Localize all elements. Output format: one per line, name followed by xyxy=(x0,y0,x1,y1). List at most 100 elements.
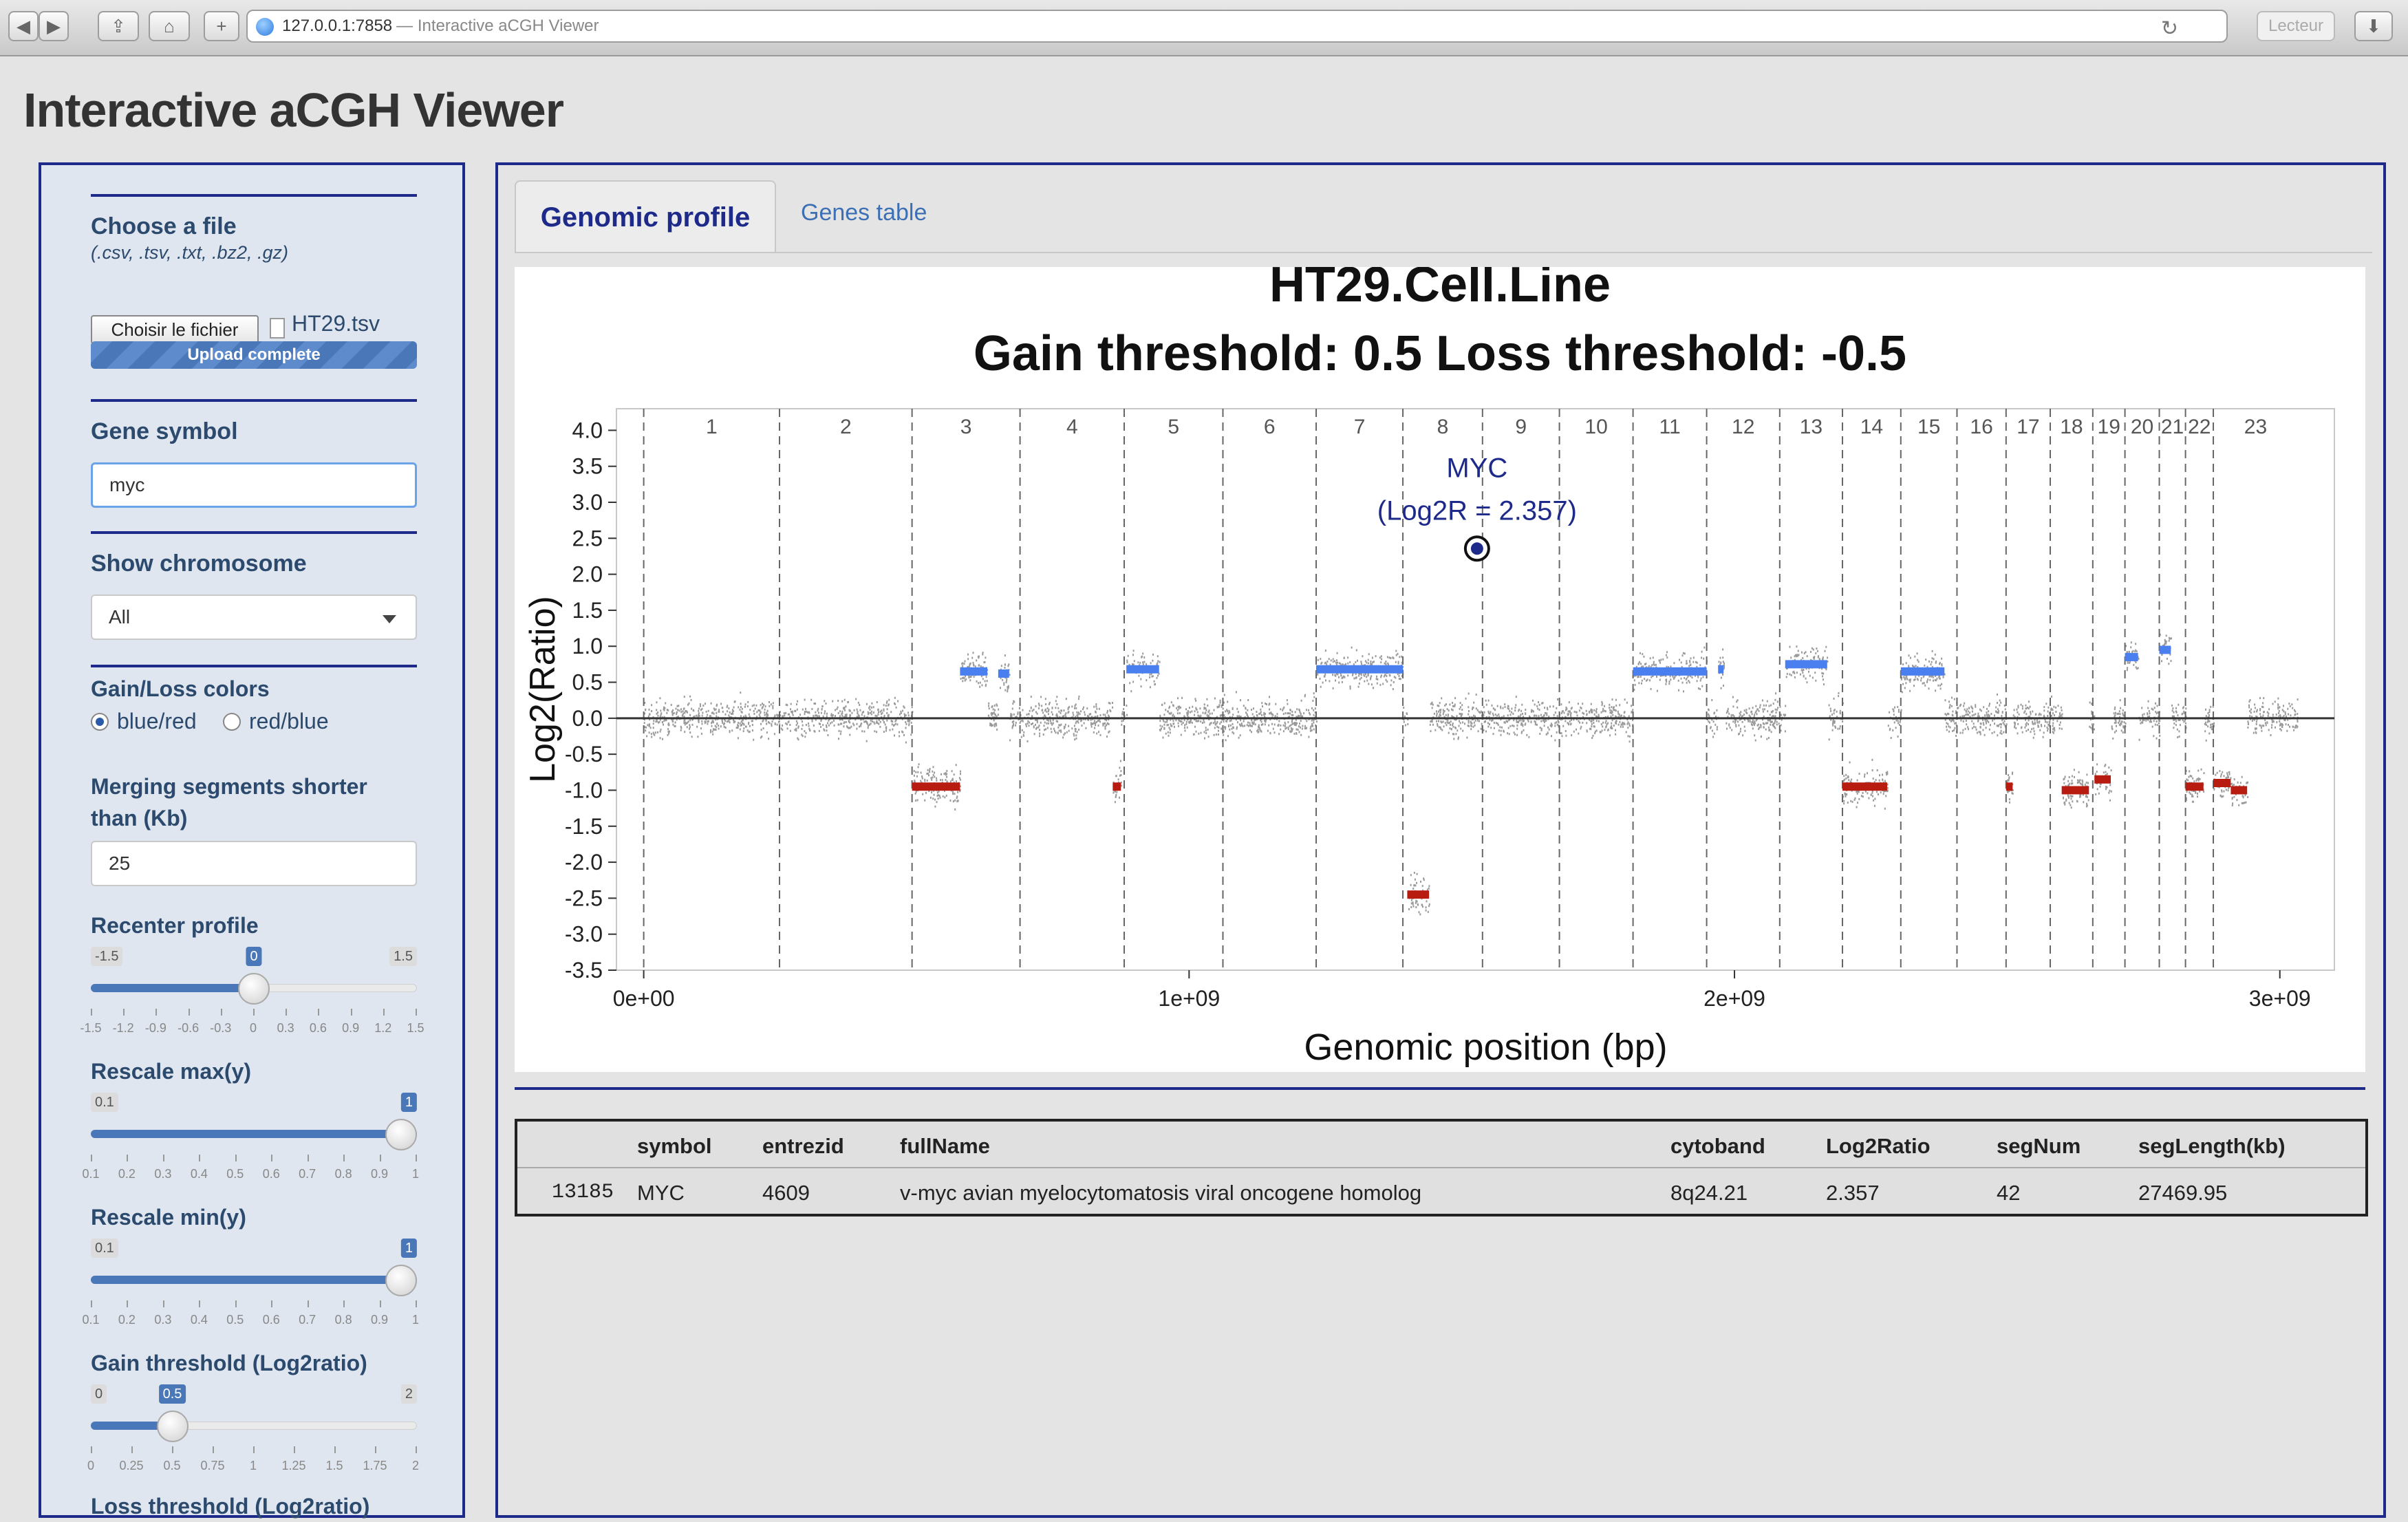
rescale-max-slider[interactable]: 0.1110.10.20.30.40.50.60.70.80.91 xyxy=(82,1093,419,1196)
loss-segment xyxy=(2094,775,2111,784)
radio-blue-red[interactable]: blue/red xyxy=(91,709,197,734)
slider-tick xyxy=(123,1009,125,1016)
slider-tick-label: 1 xyxy=(411,1313,420,1327)
upload-progress-bar: Upload complete xyxy=(91,341,417,369)
slider-tick xyxy=(162,1155,164,1161)
gain-segment xyxy=(960,667,988,676)
slider-tick-label: 0 xyxy=(249,1021,257,1035)
slider-tick-label: 0.5 xyxy=(226,1167,244,1181)
loss-segment xyxy=(912,782,960,791)
new-tab-button[interactable]: + xyxy=(204,11,239,41)
slider-tick xyxy=(127,1155,129,1161)
slider-tick-label: 0.75 xyxy=(200,1459,225,1472)
slider-tick xyxy=(213,1446,214,1453)
globe-icon xyxy=(256,18,274,36)
slider-tick-labels: 0.1 0.2 0.3 0.4 0.5 0.6 0.7 0.8 0.9 1 xyxy=(82,1313,420,1329)
tab-genomic-profile[interactable]: Genomic profile xyxy=(515,180,776,253)
slider-tick xyxy=(379,1155,381,1161)
merging-input[interactable]: 25 xyxy=(91,841,417,886)
slider-tick xyxy=(235,1300,237,1307)
rescale-min-slider[interactable]: 0.1110.10.20.30.40.50.60.70.80.91 xyxy=(82,1239,420,1342)
slider-tick xyxy=(294,1446,295,1453)
slider-tick-label: 0.2 xyxy=(118,1167,136,1181)
tab-genes-table[interactable]: Genes table xyxy=(801,200,927,226)
slider-tick xyxy=(318,1009,320,1016)
forward-button[interactable]: ▶ xyxy=(39,11,69,41)
slider-tick xyxy=(91,1155,92,1161)
loss-segment xyxy=(1407,890,1430,899)
y-tick-label: 3.5 xyxy=(572,454,603,479)
browser-toolbar: ◀ ▶ ⇪ ⌂ + 127.0.0.1:7858 — Interactive a… xyxy=(0,0,2408,56)
choose-file-button[interactable]: Choisir le fichier xyxy=(91,315,259,344)
home-button[interactable]: ⌂ xyxy=(149,11,190,41)
y-tick-label: 2.5 xyxy=(572,526,603,550)
slider-handle[interactable] xyxy=(385,1119,417,1150)
y-axis-label: Log2(Ratio) xyxy=(523,596,563,783)
chromosome-label: 16 xyxy=(1970,416,1992,438)
chromosome-label: 1 xyxy=(706,416,718,438)
rescale-min-label: Rescale min(y) xyxy=(91,1205,246,1230)
chromosome-label: 6 xyxy=(1264,416,1276,438)
column-header: entrezid xyxy=(762,1134,844,1158)
slider-tick-label: 0.8 xyxy=(334,1313,352,1327)
y-tick-label: 1.0 xyxy=(572,634,603,658)
cell-seglength: 27469.95 xyxy=(2138,1181,2228,1205)
back-button[interactable]: ◀ xyxy=(8,11,39,41)
sidebar-panel: Choose a file (.csv, .tsv, .txt, .bz2, .… xyxy=(39,162,465,1519)
slider-tick-label: 0.4 xyxy=(190,1167,208,1181)
highlight-label: MYC xyxy=(1446,453,1507,483)
slider-tick xyxy=(199,1300,201,1307)
slider-tick-label: 0.2 xyxy=(118,1313,136,1327)
app-title: Interactive aCGH Viewer xyxy=(23,83,564,137)
chromosome-label: 11 xyxy=(1659,416,1681,438)
slider-max-badge: 2 xyxy=(400,1384,417,1404)
slider-tick-label: -0.9 xyxy=(144,1021,166,1035)
tab-divider xyxy=(515,252,2372,253)
gain-threshold-slider[interactable]: 0 2 0.5 0 0.25 0.5 0.75 1 1.25 1.5 1.75 2 xyxy=(87,1384,419,1488)
radio-red-blue[interactable]: red/blue xyxy=(223,709,329,734)
slider-tick xyxy=(199,1155,201,1161)
slider-tick xyxy=(131,1446,133,1453)
slider-ticks xyxy=(91,1009,417,1017)
share-button[interactable]: ⇪ xyxy=(98,11,139,41)
reload-icon[interactable]: ↻ xyxy=(2161,17,2178,41)
slider-tick xyxy=(235,1155,237,1161)
slider-tick-label: -1.2 xyxy=(112,1021,134,1035)
slider-tick-label: 0.3 xyxy=(277,1021,294,1035)
chromosome-label: 17 xyxy=(2017,416,2039,438)
chromosome-label: 18 xyxy=(2060,416,2083,438)
highlight-point xyxy=(1470,542,1483,555)
slider-tick-label: 0.1 xyxy=(82,1167,100,1181)
loss-segment xyxy=(2061,786,2089,795)
url-text: 127.0.0.1:7858 xyxy=(282,17,393,35)
loss-segment xyxy=(1112,782,1121,791)
y-tick-label: 4.0 xyxy=(572,418,603,442)
slider-handle[interactable] xyxy=(156,1411,189,1442)
slider-tick xyxy=(375,1446,376,1453)
slider-handle[interactable] xyxy=(238,973,270,1005)
chevron-down-icon xyxy=(383,615,396,623)
slider-handle[interactable] xyxy=(385,1265,417,1296)
radio-label: blue/red xyxy=(117,709,197,733)
recenter-slider[interactable]: -1.5 1.5 0 -1.5 -1.2 -0.9 -0.6 -0.3 0 0.3 0.6 0.9 1.… xyxy=(80,947,424,1050)
chart-title: HT29.Cell.Line xyxy=(1269,267,1611,312)
chromosome-label: 12 xyxy=(1732,416,1754,438)
loss-segment xyxy=(1842,782,1887,791)
row-index: 13185 xyxy=(552,1181,614,1204)
downloads-icon[interactable]: ⬇ xyxy=(2354,11,2393,41)
slider-tick xyxy=(91,1009,92,1016)
chromosome-select[interactable]: All xyxy=(91,594,417,640)
cell-fullname: v-myc avian myelocytomatosis viral oncog… xyxy=(900,1181,1422,1205)
radio-label: red/blue xyxy=(249,709,329,733)
slider-tick xyxy=(91,1446,92,1453)
slider-tick-labels: -1.5 -1.2 -0.9 -0.6 -0.3 0 0.3 0.6 0.9 1.2 1.5 xyxy=(80,1021,424,1038)
slider-tick xyxy=(253,1446,255,1453)
reader-button[interactable]: Lecteur xyxy=(2257,11,2335,41)
gain-loss-colors-label: Gain/Loss colors xyxy=(91,676,270,701)
plot-frame xyxy=(616,408,2335,971)
slider-tick xyxy=(334,1446,336,1453)
chart-subtitle: Gain threshold: 0.5 Loss threshold: -0.5 xyxy=(974,326,1906,381)
address-bar[interactable]: 127.0.0.1:7858 — Interactive aCGH Viewer… xyxy=(246,10,2228,43)
gene-symbol-input[interactable]: myc xyxy=(91,462,417,508)
table-row[interactable]: 13185 MYC 4609 v-myc avian myelocytomato… xyxy=(517,1168,2365,1214)
